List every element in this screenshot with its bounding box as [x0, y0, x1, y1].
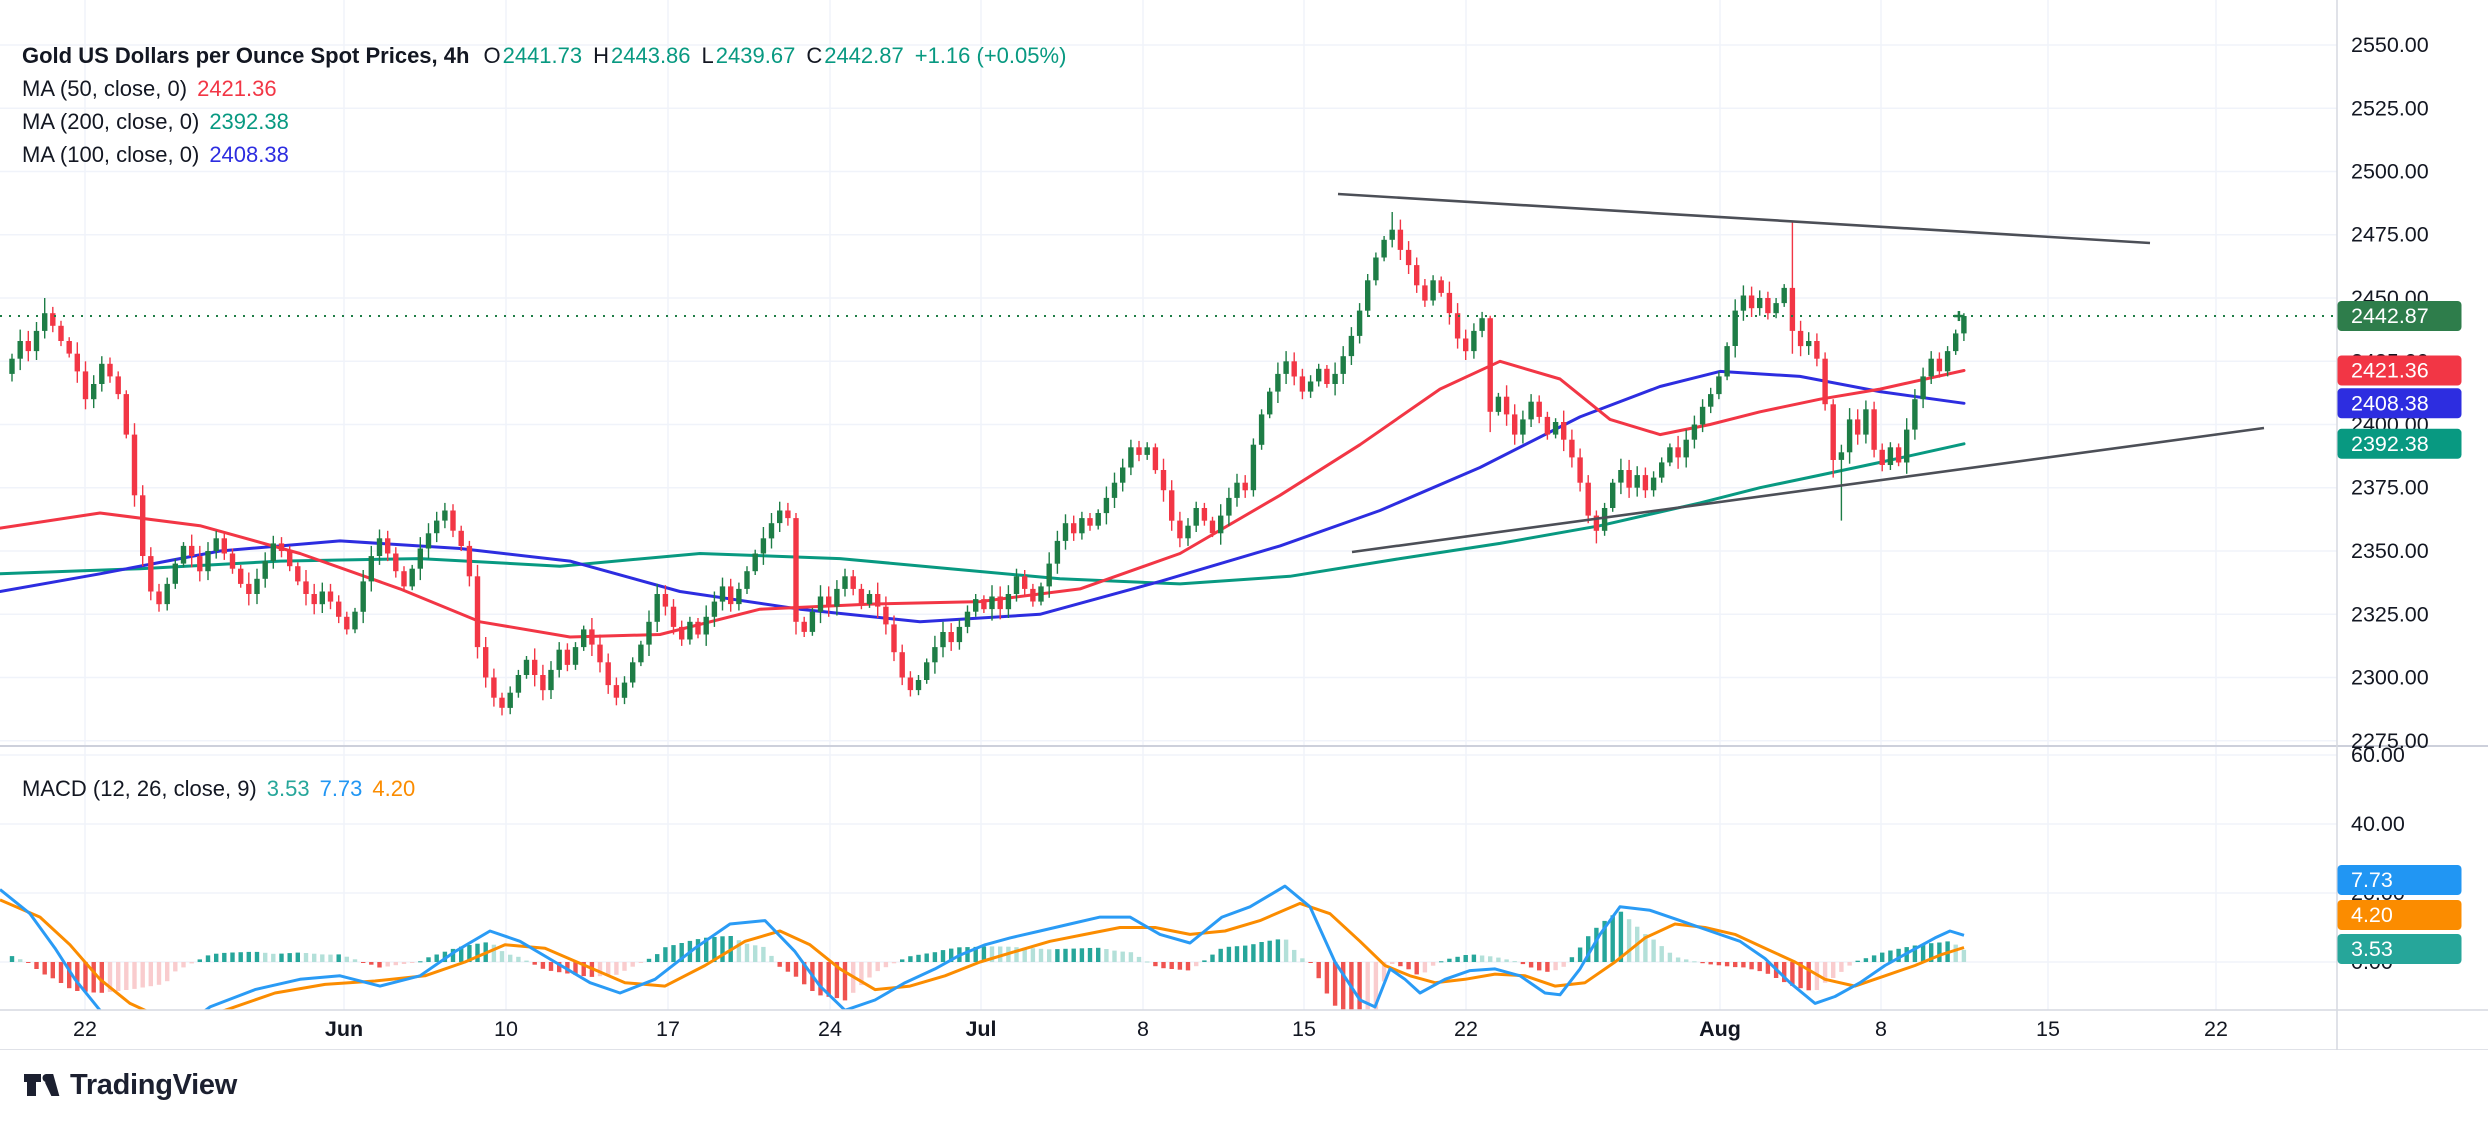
svg-text:Aug: Aug	[1699, 1017, 1741, 1041]
moving-averages	[0, 361, 1964, 637]
chart-legend: Gold US Dollars per Ounce Spot Prices, 4…	[22, 39, 1066, 171]
svg-text:2550.00: 2550.00	[2351, 33, 2429, 57]
svg-text:2421.36: 2421.36	[2351, 359, 2429, 383]
macd-label: MACD (12, 26, close, 9)	[22, 776, 257, 802]
symbol-title-row[interactable]: Gold US Dollars per Ounce Spot Prices, 4…	[22, 39, 1066, 72]
macd-legend[interactable]: MACD (12, 26, close, 9) 3.53 7.73 4.20	[22, 772, 415, 805]
svg-text:22: 22	[2204, 1017, 2228, 1041]
svg-text:2475.00: 2475.00	[2351, 223, 2429, 247]
svg-text:40.00: 40.00	[2351, 812, 2405, 836]
ma50-label: MA (50, close, 0)	[22, 76, 187, 102]
tradingview-logo[interactable]: TradingView	[22, 1066, 237, 1104]
time-axis[interactable]: 22 Jun 10 17 24 Jul 8 15 22 Aug 8 15 22	[73, 1017, 2228, 1041]
ma100-line	[0, 371, 1964, 621]
svg-text:2375.00: 2375.00	[2351, 476, 2429, 500]
svg-text:Jul: Jul	[965, 1017, 996, 1041]
symbol-title: Gold US Dollars per Ounce Spot Prices, 4…	[22, 43, 469, 69]
ma200-legend-row[interactable]: MA (200, close, 0) 2392.38	[22, 105, 1066, 138]
svg-text:2325.00: 2325.00	[2351, 602, 2429, 626]
tradingview-chart-widget: 2550.002525.002500.002475.002450.002425.…	[0, 0, 2488, 1122]
candles[interactable]	[9, 212, 1966, 715]
svg-text:4.20: 4.20	[2351, 903, 2393, 927]
svg-text:15: 15	[1292, 1017, 1316, 1041]
svg-text:2350.00: 2350.00	[2351, 539, 2429, 563]
price-axis-labels: 2442.87 2421.36 2408.38 2392.38 7.73 4.20 3.53	[2338, 301, 2462, 964]
macd-signal-value: 4.20	[372, 776, 415, 802]
ma100-value: 2408.38	[209, 142, 289, 168]
macd-line-value: 7.73	[320, 776, 363, 802]
svg-text:22: 22	[73, 1017, 97, 1041]
svg-text:2500.00: 2500.00	[2351, 160, 2429, 184]
svg-text:3.53: 3.53	[2351, 937, 2393, 961]
svg-text:2525.00: 2525.00	[2351, 96, 2429, 120]
svg-text:7.73: 7.73	[2351, 868, 2393, 892]
ohlc-low: L2439.67	[702, 43, 796, 69]
ohlc-high: H2443.86	[593, 43, 690, 69]
ma200-value: 2392.38	[209, 109, 289, 135]
svg-text:8: 8	[1137, 1017, 1149, 1041]
svg-text:24: 24	[818, 1017, 842, 1041]
ohlc-open: O2441.73	[483, 43, 582, 69]
svg-text:15: 15	[2036, 1017, 2060, 1041]
ma50-legend-row[interactable]: MA (50, close, 0) 2421.36	[22, 72, 1066, 105]
ma200-label: MA (200, close, 0)	[22, 109, 199, 135]
ma100-label: MA (100, close, 0)	[22, 142, 199, 168]
svg-text:8: 8	[1875, 1017, 1887, 1041]
price-change: +1.16 (+0.05%)	[915, 43, 1067, 69]
svg-text:2442.87: 2442.87	[2351, 304, 2429, 328]
svg-text:2408.38: 2408.38	[2351, 391, 2429, 415]
svg-text:10: 10	[494, 1017, 518, 1041]
price-axis[interactable]: 2550.002525.002500.002475.002450.002425.…	[2351, 33, 2429, 974]
svg-text:60.00: 60.00	[2351, 743, 2405, 767]
ma50-line	[0, 361, 1964, 637]
tradingview-logo-text: TradingView	[70, 1069, 237, 1102]
tradingview-logo-icon	[22, 1066, 60, 1104]
svg-text:2392.38: 2392.38	[2351, 432, 2429, 456]
svg-text:Jun: Jun	[325, 1017, 363, 1041]
svg-text:17: 17	[656, 1017, 680, 1041]
ohlc-close: C2442.87	[806, 43, 903, 69]
svg-text:2300.00: 2300.00	[2351, 666, 2429, 690]
svg-text:22: 22	[1454, 1017, 1478, 1041]
macd-hist-value: 3.53	[267, 776, 310, 802]
ma100-legend-row[interactable]: MA (100, close, 0) 2408.38	[22, 138, 1066, 171]
ma50-value: 2421.36	[197, 76, 277, 102]
